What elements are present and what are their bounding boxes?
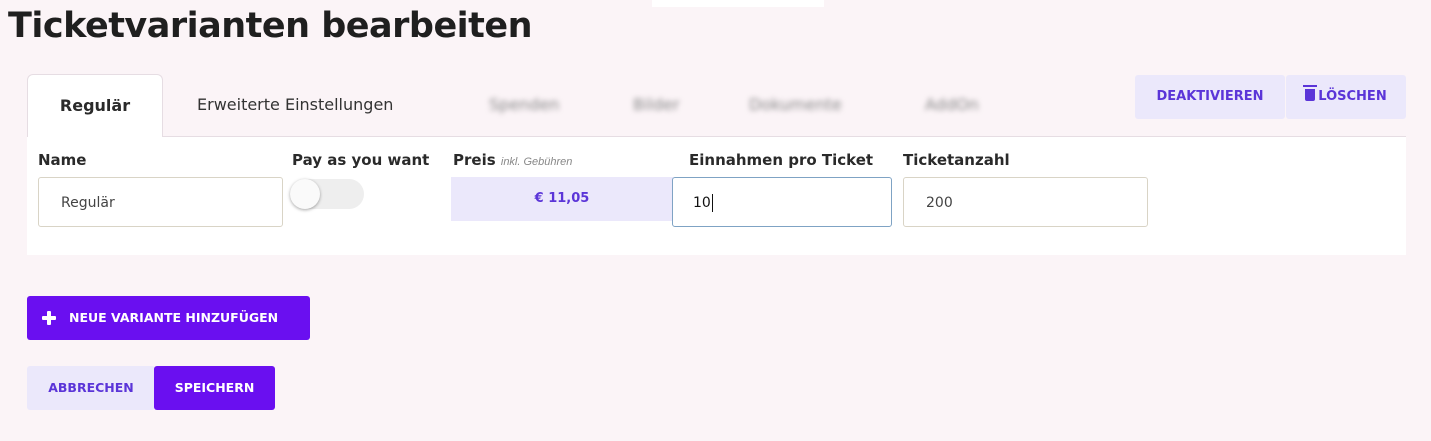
ticket-count-input[interactable]: 200 [903,177,1148,227]
tab-images[interactable]: Bilder [633,74,679,136]
deactivate-button[interactable]: DEAKTIVIEREN [1135,75,1285,119]
tab-addon[interactable]: AddOn [925,74,979,136]
variant-form: Name Regulär Pay as you want Preis inkl.… [27,136,1406,255]
tab-bar: Regulär Erweiterte Einstellungen Spenden… [27,74,1406,137]
delete-button[interactable]: LÖSCHEN [1286,75,1406,119]
plus-icon [42,311,56,325]
ticket-variant-card: Regulär Erweiterte Einstellungen Spenden… [27,74,1406,255]
ticket-count-label: Ticketanzahl [903,151,1010,169]
deactivate-label: DEAKTIVIEREN [1156,89,1264,104]
price-label: Preis inkl. Gebühren [453,151,572,169]
pay-as-you-want-label: Pay as you want [292,151,430,169]
trash-icon [1303,85,1318,101]
price-display: € 11,05 [451,177,673,221]
tab-advanced-settings[interactable]: Erweiterte Einstellungen [197,74,393,136]
text-caret [711,194,713,212]
page-title: Ticketvarianten bearbeiten [8,6,533,46]
revenue-value: 10 [693,195,711,211]
add-variant-button[interactable]: NEUE VARIANTE HINZUFÜGEN [27,296,310,340]
add-variant-label: NEUE VARIANTE HINZUFÜGEN [69,310,279,325]
top-bar-stub [652,0,824,7]
price-note: inkl. Gebühren [500,156,573,168]
cancel-button[interactable]: ABBRECHEN [27,366,155,410]
name-label: Name [38,151,87,169]
pay-as-you-want-toggle[interactable] [290,179,364,209]
name-input[interactable]: Regulär [38,177,283,227]
tab-donations[interactable]: Spenden [489,74,559,136]
price-label-text: Preis [453,151,496,169]
revenue-per-ticket-input[interactable]: 10 [672,177,892,227]
toggle-knob [290,179,320,209]
tab-regular[interactable]: Regulär [27,74,163,137]
tab-documents[interactable]: Dokumente [749,74,842,136]
save-button[interactable]: SPEICHERN [154,366,275,410]
delete-label: LÖSCHEN [1318,89,1387,104]
revenue-per-ticket-label: Einnahmen pro Ticket [689,151,874,169]
